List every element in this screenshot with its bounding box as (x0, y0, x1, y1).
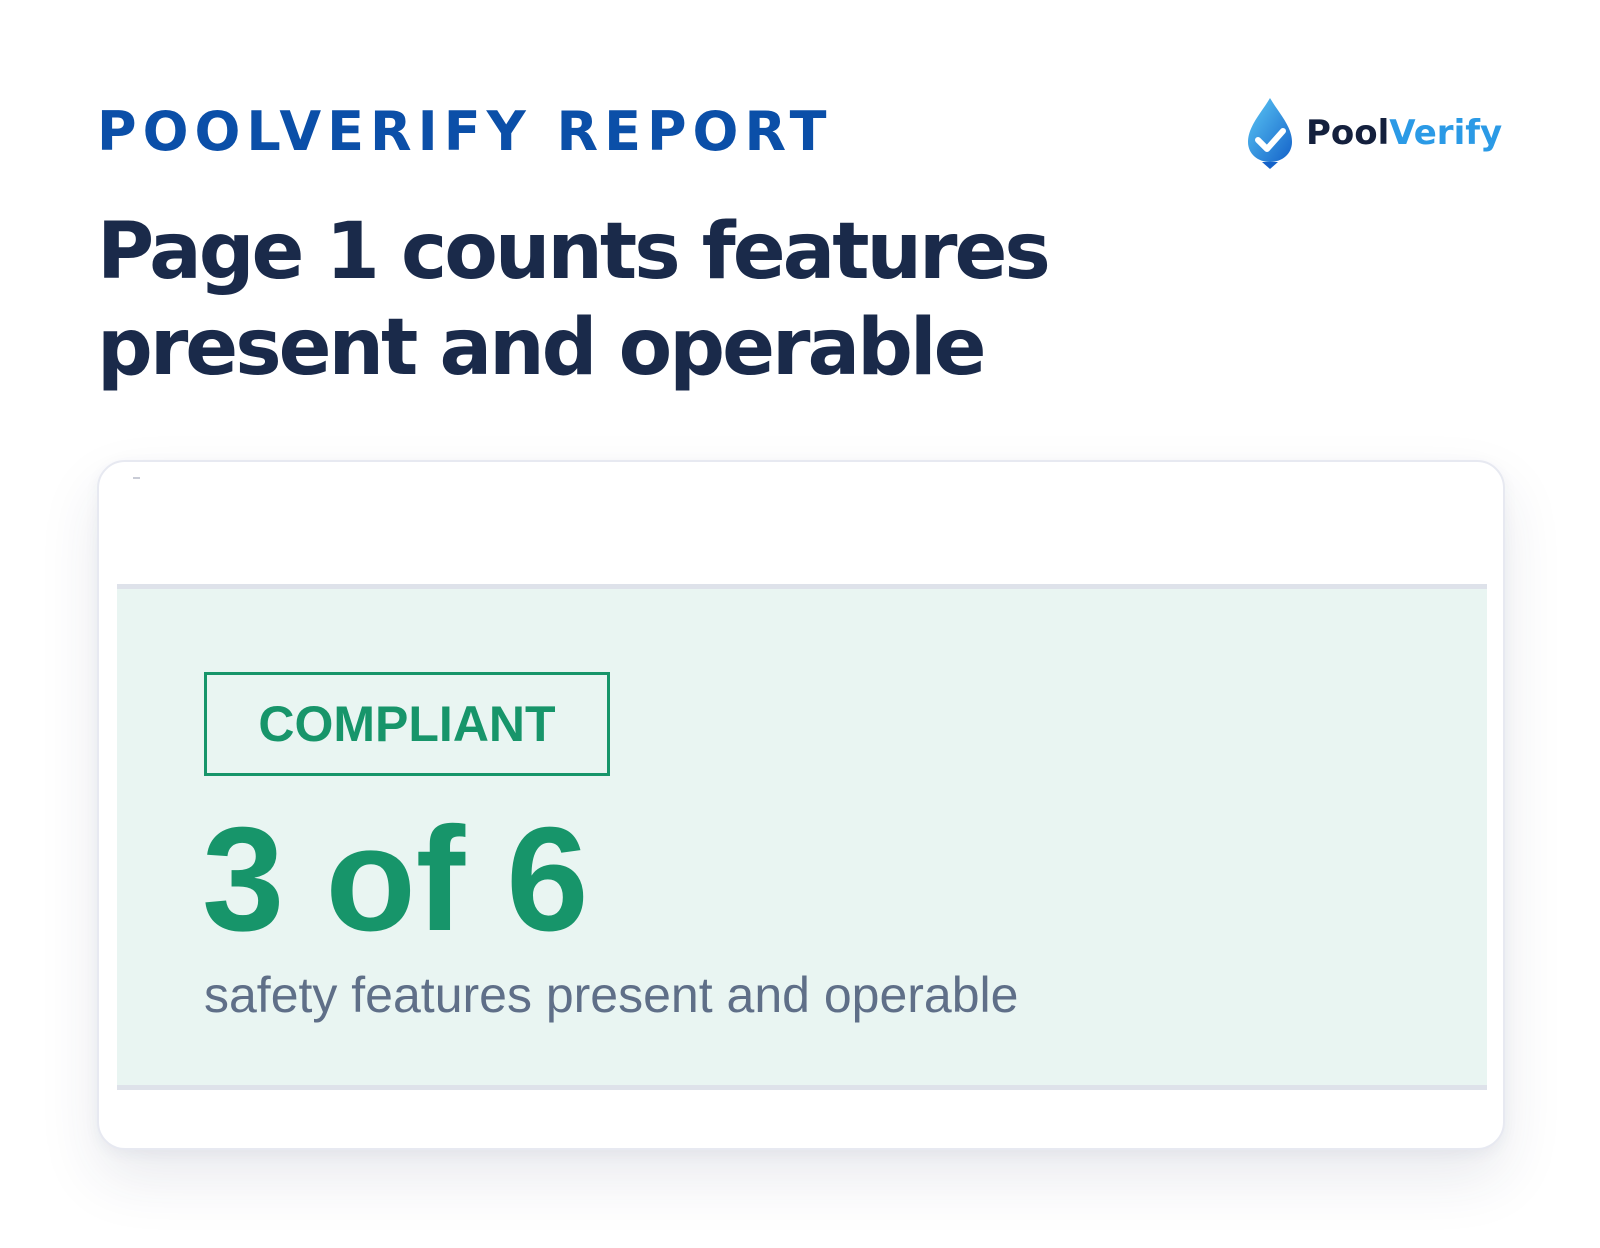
page-title: Page 1 counts features present and opera… (97, 207, 1051, 393)
logo-wordmark: PoolVerify (1306, 113, 1502, 153)
status-badge-label: COMPLIANT (258, 696, 556, 752)
feature-count: 3 of 6 (202, 797, 589, 962)
logo-word-verify: Verify (1389, 113, 1503, 153)
feature-count-description: safety features present and operable (204, 967, 1019, 1023)
status-badge: COMPLIANT (204, 672, 610, 776)
compliance-panel: COMPLIANT 3 of 6 safety features present… (117, 584, 1487, 1090)
logo-word-pool: Pool (1306, 113, 1390, 153)
card-corner-mark (133, 477, 140, 479)
poolverify-logo: PoolVerify (1244, 96, 1506, 170)
report-card: COMPLIANT 3 of 6 safety features present… (97, 460, 1505, 1150)
report-eyebrow: POOLVERIFY REPORT (97, 100, 833, 163)
water-drop-check-icon (1248, 98, 1292, 169)
